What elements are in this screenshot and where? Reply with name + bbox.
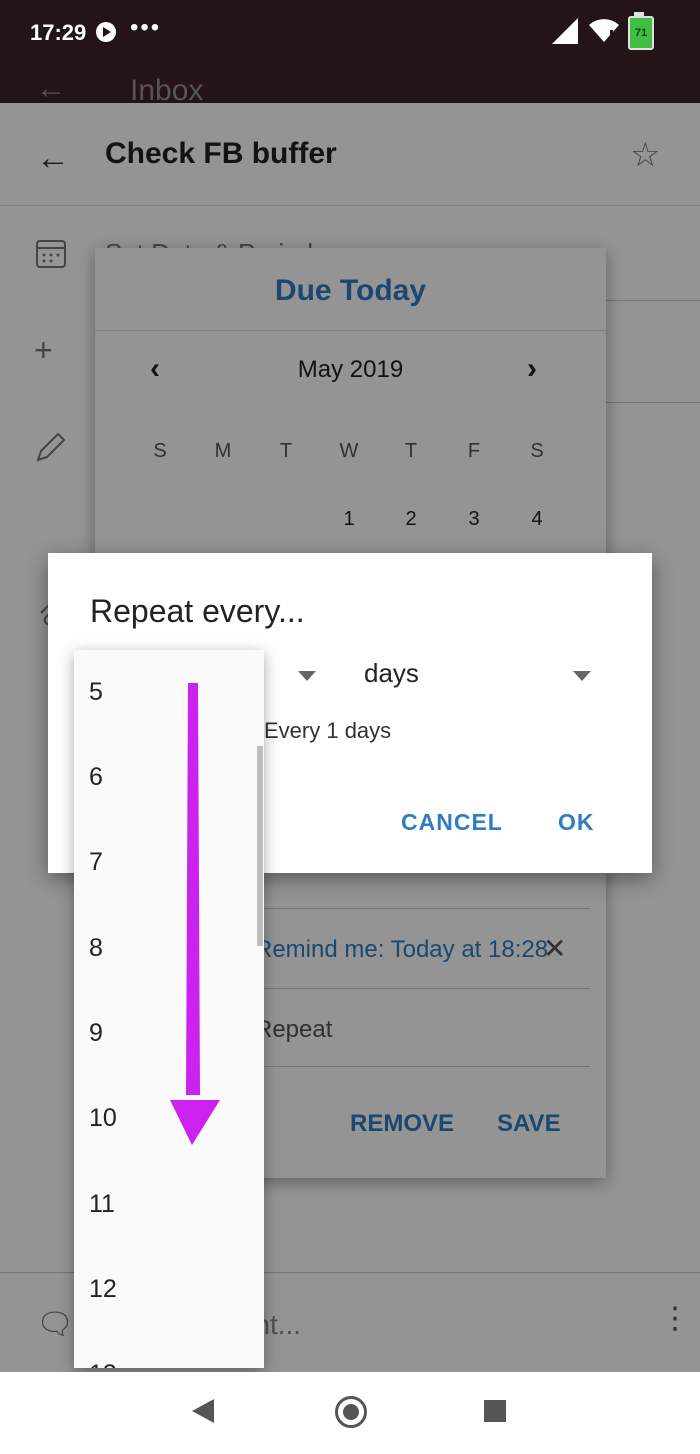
underlying-back-icon: ← — [36, 72, 66, 103]
unit-select[interactable]: days — [364, 658, 419, 689]
wifi-icon — [589, 19, 619, 42]
nav-back-icon[interactable] — [192, 1399, 214, 1423]
option-label: 6 — [89, 763, 103, 791]
option-label: 8 — [89, 934, 103, 962]
option-label: 9 — [89, 1019, 103, 1047]
status-time: 17:29 — [30, 20, 87, 45]
repeat-dialog-title: Repeat every... — [90, 593, 305, 629]
screen-record-icon — [96, 22, 116, 42]
ok-button[interactable]: OK — [558, 809, 595, 836]
system-nav-bar — [0, 1372, 700, 1454]
option-label: 13 — [89, 1360, 117, 1368]
arrow-head — [170, 1100, 220, 1145]
underlying-inbox-bar: ← Inbox — [0, 60, 700, 103]
nav-home-icon[interactable] — [335, 1396, 367, 1428]
scrollbar-thumb[interactable] — [257, 746, 263, 946]
nav-recents-icon[interactable] — [484, 1400, 506, 1422]
underlying-title: Inbox — [130, 74, 204, 103]
dropdown-arrow-icon[interactable] — [573, 671, 591, 681]
dropdown-arrow-icon[interactable] — [298, 671, 316, 681]
signal-icon — [552, 18, 578, 44]
arrow-shaft — [186, 683, 200, 1095]
dropdown-option[interactable]: 13 — [74, 1332, 264, 1368]
option-label: 7 — [89, 848, 103, 876]
option-label: 5 — [89, 678, 103, 706]
dropdown-option[interactable]: 11 — [74, 1162, 264, 1247]
cancel-button[interactable]: CANCEL — [401, 809, 503, 836]
down-arrow-annotation-icon — [170, 683, 220, 1145]
battery-icon: 71 — [628, 16, 654, 50]
status-overflow-icon: ••• — [130, 14, 162, 41]
option-label: 10 — [89, 1104, 117, 1132]
option-label: 11 — [89, 1190, 115, 1218]
option-label: 12 — [89, 1275, 117, 1303]
repeat-summary: Every 1 days — [264, 718, 392, 743]
dropdown-option[interactable]: 12 — [74, 1247, 264, 1332]
